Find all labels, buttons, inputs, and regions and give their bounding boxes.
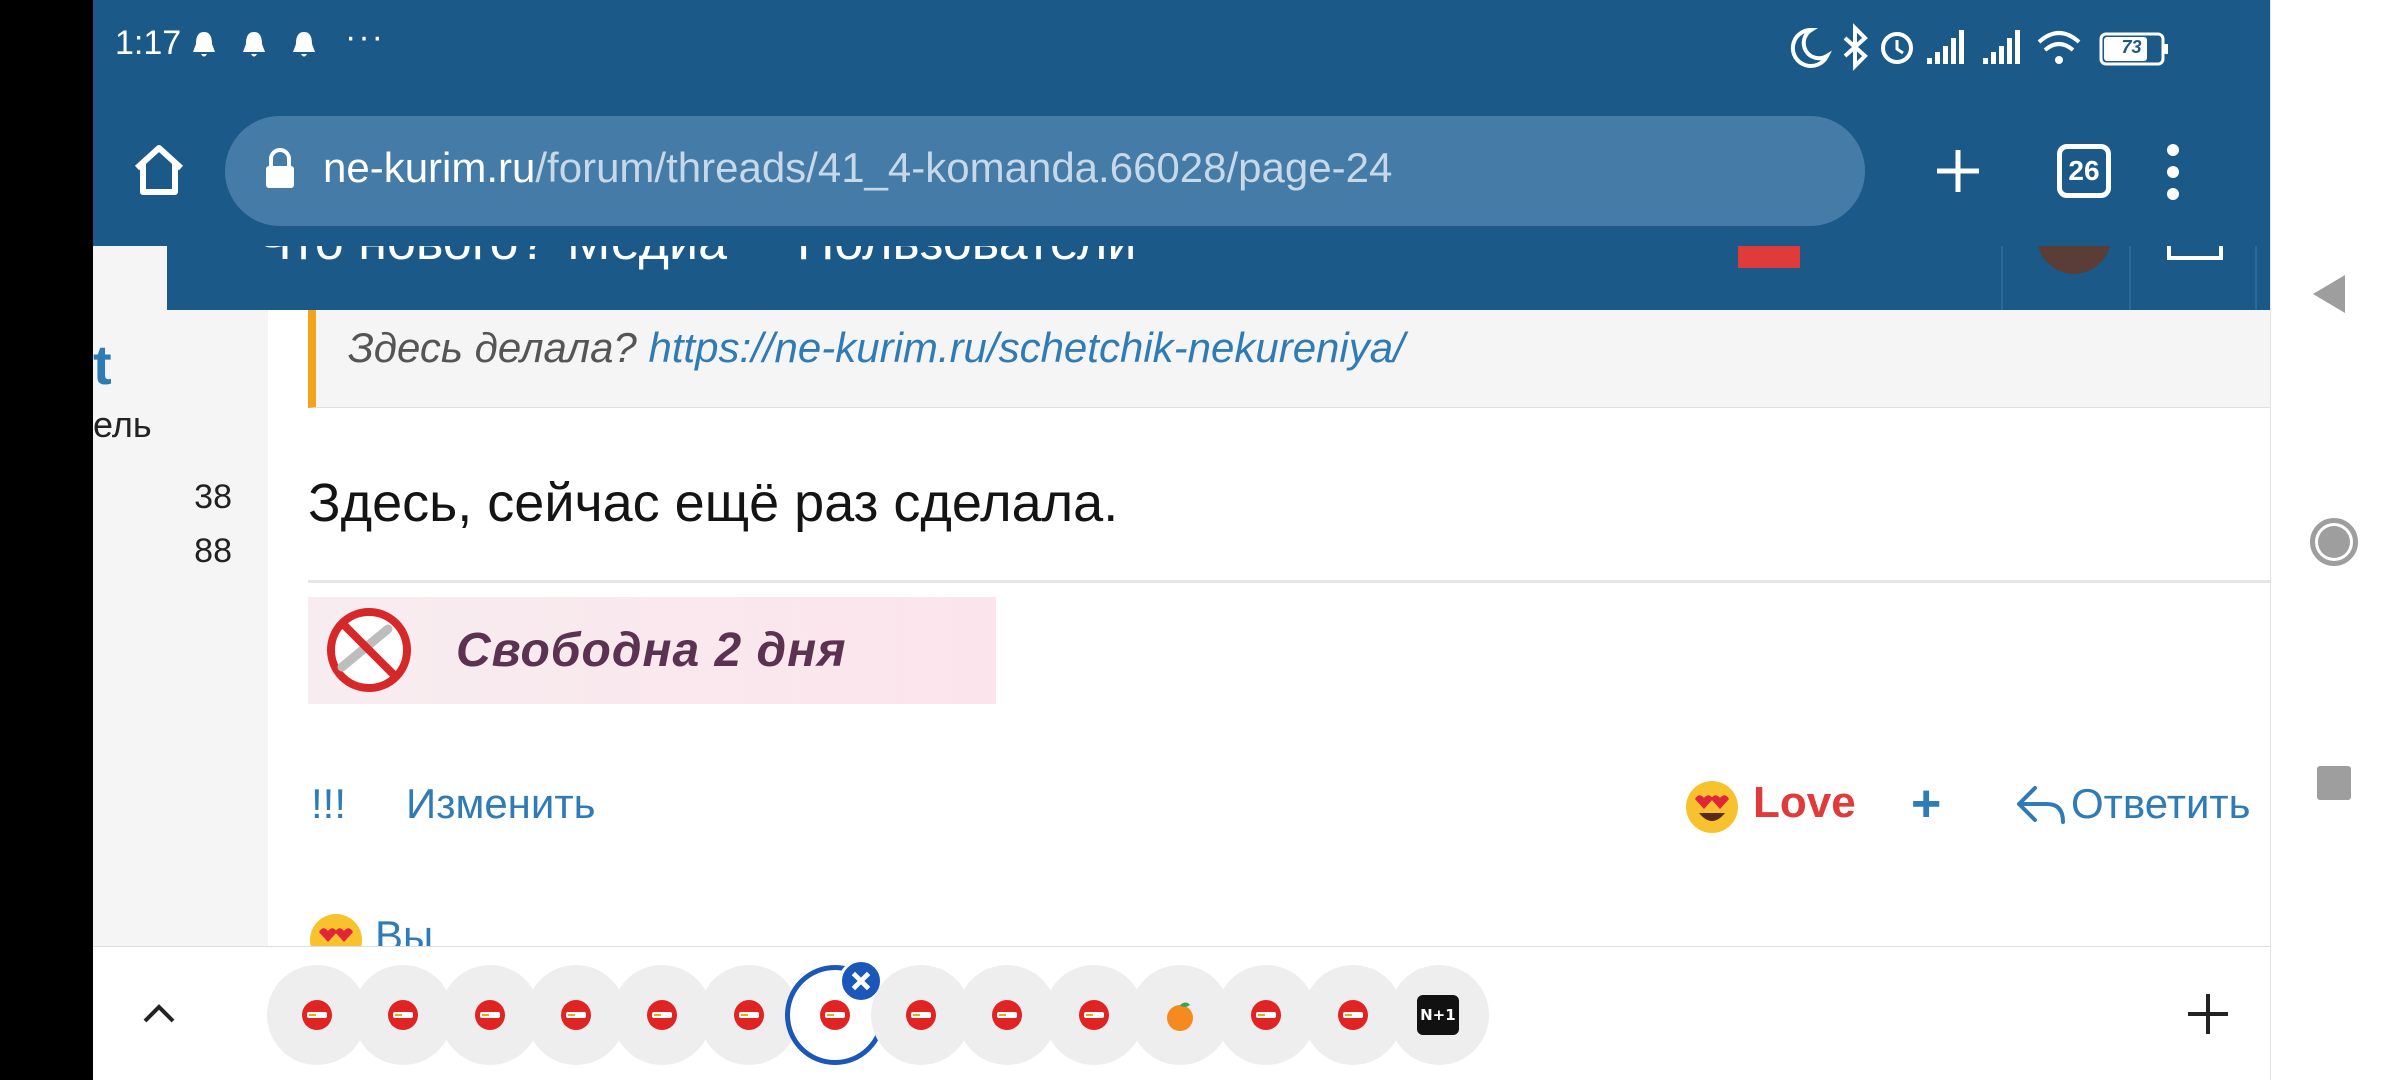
no-smoking-favicon-icon [906, 1000, 937, 1030]
tab-item[interactable] [439, 965, 540, 1065]
author-stat-reactions: 88 [194, 532, 232, 570]
tab-item[interactable] [698, 965, 799, 1065]
more-notifications-icon: ··· [345, 18, 385, 56]
tab-item[interactable] [525, 965, 626, 1065]
orange-icon [1167, 1002, 1193, 1031]
signature-divider [308, 580, 2270, 583]
home-icon[interactable] [129, 140, 189, 200]
signal-icon [1927, 30, 1964, 64]
reply-icon[interactable] [2015, 782, 2067, 826]
quote-prefix: Здесь делала? [348, 324, 649, 371]
tab-item[interactable] [1043, 965, 1144, 1065]
overflow-menu-icon[interactable] [2163, 142, 2183, 202]
add-tab-icon[interactable] [2183, 989, 2233, 1039]
tab-item[interactable] [353, 965, 454, 1065]
quote-text: Здесь делала? https://ne-kurim.ru/schetc… [348, 324, 1405, 372]
author-stat-messages: 38 [194, 478, 232, 516]
left-black-bar [0, 0, 93, 1080]
browser-viewport: Что нового? Медиа Пользователи t ель 38 … [93, 0, 2270, 1080]
battery-level: 73 [2121, 37, 2142, 57]
nav-separator [2255, 246, 2257, 310]
no-smoking-favicon-icon [992, 1000, 1023, 1030]
bell-icon [243, 32, 265, 57]
back-icon[interactable] [2313, 275, 2345, 313]
no-smoking-favicon-icon [1251, 1000, 1282, 1030]
tab-item[interactable] [957, 965, 1058, 1065]
quote-link[interactable]: https://ne-kurim.ru/schetchik-nekureniya… [648, 324, 1404, 371]
nav-separator [2129, 246, 2131, 310]
no-smoking-favicon-icon [560, 1000, 591, 1030]
url-text[interactable]: ne-kurim.ru/forum/threads/41_4-komanda.6… [323, 144, 1392, 192]
screen: Что нового? Медиа Пользователи t ель 38 … [0, 0, 2400, 1080]
author-column: t ель 38 88 [93, 310, 268, 950]
no-smoking-favicon-icon [1337, 1000, 1368, 1030]
tab-item[interactable] [1216, 965, 1317, 1065]
no-smoking-favicon-icon [647, 1000, 678, 1030]
tab-switcher-button[interactable]: 26 [2057, 144, 2111, 198]
no-smoking-favicon-icon [388, 1000, 419, 1030]
report-button[interactable]: !!! [311, 780, 346, 828]
browser-toolbar: ne-kurim.ru/forum/threads/41_4-komanda.6… [93, 96, 2270, 246]
no-smoking-favicon-icon [1078, 1000, 1109, 1030]
notification-badge [1738, 246, 1800, 268]
tab-item[interactable] [1302, 965, 1403, 1065]
bell-icon [293, 32, 315, 57]
author-name[interactable]: t [93, 332, 112, 397]
inbox-icon[interactable] [2167, 246, 2223, 260]
nav-media[interactable]: Медиа [567, 246, 727, 272]
url-domain: ne-kurim.ru [323, 144, 536, 191]
nav-separator [2001, 246, 2003, 310]
love-reaction-button[interactable]: Love [1753, 778, 1856, 828]
nplus1-favicon-icon: N+1 [1416, 995, 1459, 1035]
recent-apps-icon[interactable] [2317, 766, 2351, 800]
alarm-icon [1881, 32, 1913, 64]
forum-nav: Что нового? Медиа Пользователи [167, 246, 2270, 310]
nav-whats-new[interactable]: Что нового? [257, 246, 548, 272]
add-reaction-button[interactable]: + [1911, 774, 1941, 834]
tab-item[interactable] [267, 965, 367, 1065]
no-smoking-icon [327, 608, 411, 692]
edit-button[interactable]: Изменить [406, 780, 595, 828]
moon-icon [1790, 27, 1832, 68]
user-avatar[interactable] [2037, 246, 2111, 274]
nav-members[interactable]: Пользователи [797, 246, 1136, 272]
heart-eyes-emoji-icon[interactable] [1683, 777, 1741, 835]
no-smoking-favicon-icon [474, 1000, 505, 1030]
reply-button[interactable]: Ответить [2071, 780, 2251, 828]
signal-icon [1983, 30, 2020, 64]
no-smoking-favicon-icon [302, 1000, 332, 1030]
no-smoking-favicon-icon [733, 1000, 764, 1030]
tab-strip: N+1 [93, 946, 2270, 1080]
tab-item[interactable] [1130, 965, 1230, 1065]
home-circle-inner [2318, 526, 2350, 558]
chevron-up-icon[interactable] [137, 991, 181, 1035]
bluetooth-icon [1843, 23, 1868, 71]
no-smoking-favicon-icon [819, 1000, 850, 1030]
status-bar: 1:17 ··· [93, 0, 2270, 96]
system-status-icons [1790, 23, 2168, 71]
forum-nav-left [93, 246, 167, 310]
wifi-icon [2037, 31, 2081, 64]
signature-banner[interactable]: Свободна 2 дня [308, 597, 996, 704]
banner-text: Свободна 2 дня [456, 624, 847, 677]
quote-block: Здесь делала? https://ne-kurim.ru/schetc… [308, 310, 2270, 408]
tab-item[interactable] [871, 965, 972, 1065]
tab-item[interactable] [612, 965, 713, 1065]
author-role: ель [93, 404, 152, 445]
new-tab-icon[interactable] [1931, 144, 1985, 198]
bell-icon [193, 32, 215, 57]
tab-item[interactable]: N+1 [1388, 965, 1489, 1065]
lock-icon[interactable] [263, 146, 297, 190]
clock: 1:17 [115, 24, 182, 62]
post-message: Здесь, сейчас ещё раз сделала. [308, 473, 1119, 533]
url-path: /forum/threads/41_4-komanda.66028/page-2… [535, 144, 1393, 191]
